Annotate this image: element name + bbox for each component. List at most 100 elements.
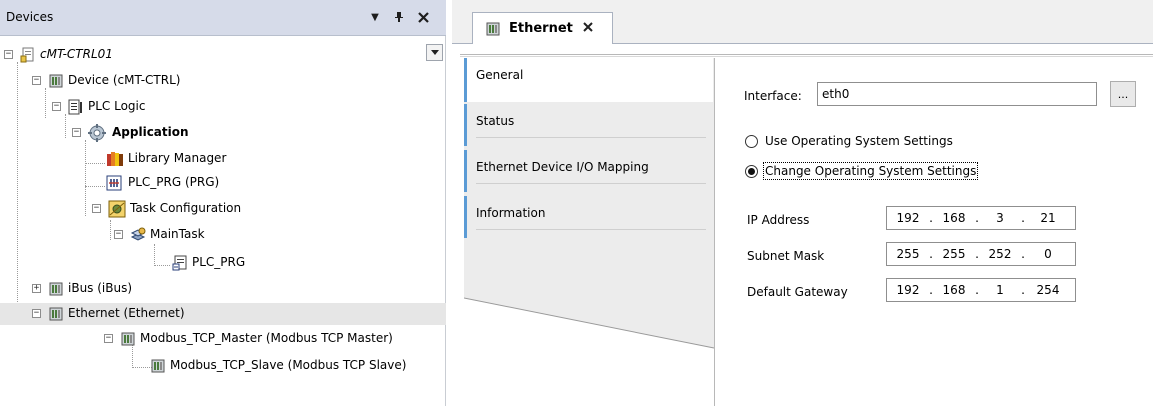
project-icon — [20, 47, 36, 63]
pin-icon[interactable] — [390, 8, 408, 26]
subnet-mask-field[interactable]: 255 . 255 . 252 . 0 — [886, 242, 1076, 266]
tree-item-task-configuration[interactable]: − Task Configuration — [0, 198, 420, 220]
pou-icon — [106, 175, 122, 191]
interface-label: Interface: — [744, 89, 802, 103]
task-configuration-icon — [108, 200, 126, 218]
collapse-icon[interactable]: − — [52, 102, 61, 111]
tab-status-label: Status — [476, 114, 515, 128]
tree-item-label: PLC Logic — [88, 99, 146, 113]
tree-item-ibus[interactable]: + iBus (iBus) — [0, 278, 420, 300]
tree-item-maintask[interactable]: − MainTask — [0, 224, 420, 246]
collapse-icon[interactable]: − — [4, 50, 13, 59]
ip-octet[interactable]: 21 — [1033, 211, 1063, 225]
ip-octet[interactable]: 168 — [939, 283, 969, 297]
tab-accent-bar — [464, 150, 467, 192]
ip-dot: . — [975, 211, 979, 225]
tree-item-label: Modbus_TCP_Slave (Modbus TCP Slave) — [170, 358, 407, 372]
ip-octet[interactable]: 1 — [985, 283, 1015, 297]
ip-dot: . — [975, 283, 979, 297]
tree-item-plc-prg[interactable]: PLC_PRG (PRG) — [0, 172, 420, 194]
ip-octet[interactable]: 254 — [1033, 283, 1063, 297]
tree-item-modbus-tcp-slave[interactable]: Modbus_TCP_Slave (Modbus TCP Slave) — [0, 355, 446, 377]
pane-menu-dropdown-icon[interactable]: ▼ — [366, 8, 384, 26]
device-icon — [485, 21, 501, 37]
ip-octet[interactable]: 192 — [893, 211, 923, 225]
ip-dot: . — [975, 247, 979, 261]
tab-general[interactable]: General — [464, 58, 713, 102]
tree-item-label: Task Configuration — [130, 201, 242, 215]
devices-pane: Devices ▼ − cMT-CTRL01 − Device (cMT-CTR… — [0, 0, 446, 406]
collapse-icon[interactable]: − — [32, 309, 41, 318]
ip-octet[interactable]: 255 — [893, 247, 923, 261]
application-icon — [88, 124, 106, 142]
close-tab-icon[interactable] — [583, 20, 593, 36]
tree-item-application[interactable]: − Application — [0, 122, 420, 144]
collapse-icon[interactable]: − — [92, 204, 101, 213]
editor-area: Ethernet General Status Ethernet Device … — [452, 0, 1153, 406]
tab-information[interactable]: Information — [464, 196, 713, 238]
interface-field[interactable] — [817, 82, 1097, 106]
device-icon — [48, 306, 64, 322]
tab-ethernet-label: Ethernet — [509, 21, 573, 36]
collapse-icon[interactable]: − — [114, 230, 123, 239]
tree-item-library-manager[interactable]: Library Manager — [0, 148, 420, 170]
change-os-settings-radio[interactable] — [745, 165, 758, 178]
tab-accent-bar — [464, 196, 467, 238]
tree-item-label: PLC_PRG (PRG) — [128, 175, 220, 189]
close-pane-icon[interactable] — [414, 8, 432, 26]
tree-item-label: Application — [112, 125, 189, 139]
tree-item-label: Library Manager — [128, 151, 227, 165]
program-call-icon — [172, 255, 188, 271]
tree-item-device[interactable]: − Device (cMT-CTRL) — [0, 70, 420, 92]
ip-address-field[interactable]: 192 . 168 . 3 . 21 — [886, 206, 1076, 230]
divider — [476, 183, 706, 184]
divider — [460, 56, 1153, 57]
ip-dot: . — [929, 283, 933, 297]
device-icon — [150, 358, 166, 374]
tree-item-label: iBus (iBus) — [68, 281, 133, 295]
use-os-settings-label[interactable]: Use Operating System Settings — [765, 134, 953, 148]
ip-octet[interactable]: 168 — [939, 211, 969, 225]
ip-octet[interactable]: 3 — [985, 211, 1015, 225]
default-gateway-label: Default Gateway — [747, 285, 848, 299]
tab-status[interactable]: Status — [464, 104, 713, 146]
default-gateway-field[interactable]: 192 . 168 . 1 . 254 — [886, 278, 1076, 302]
tree-item-ethernet[interactable]: − Ethernet (Ethernet) — [0, 303, 446, 325]
tree-item-cmt-ctrl01[interactable]: − cMT-CTRL01 — [0, 44, 420, 66]
tree-item-label: PLC_PRG — [192, 255, 246, 269]
tab-general-label: General — [476, 68, 524, 82]
tree-item-label: Device (cMT-CTRL) — [68, 73, 181, 87]
ip-octet[interactable]: 252 — [985, 247, 1015, 261]
collapse-icon[interactable]: − — [72, 128, 81, 137]
browse-interface-button[interactable]: ... — [1110, 81, 1136, 107]
tab-ethernet[interactable]: Ethernet — [472, 12, 613, 45]
ip-octet[interactable]: 192 — [893, 283, 923, 297]
tree-item-plc-prg-call[interactable]: PLC_PRG — [0, 252, 420, 274]
tab-accent-bar — [464, 58, 467, 102]
tree-item-modbus-tcp-master[interactable]: − Modbus_TCP_Master (Modbus TCP Master) — [0, 328, 446, 350]
collapse-icon[interactable]: − — [104, 334, 113, 343]
divider — [476, 137, 706, 138]
change-os-settings-label[interactable]: Change Operating System Settings — [762, 162, 979, 180]
document-tabstrip: Ethernet — [452, 0, 1153, 45]
use-os-settings-radio[interactable] — [745, 135, 758, 148]
tree-item-label: Ethernet (Ethernet) — [68, 306, 185, 320]
ip-octet[interactable]: 0 — [1033, 247, 1063, 261]
ip-dot: . — [929, 247, 933, 261]
tree-dropdown-button[interactable] — [426, 44, 443, 61]
expand-icon[interactable]: + — [32, 284, 41, 293]
divider — [460, 54, 1153, 55]
subnet-mask-label: Subnet Mask — [747, 249, 825, 263]
ip-octet[interactable]: 255 — [939, 247, 969, 261]
devices-pane-title: Devices — [6, 10, 54, 24]
tab-accent-bar — [464, 104, 467, 146]
tab-io-mapping-label: Ethernet Device I/O Mapping — [476, 160, 649, 174]
plc-logic-icon — [68, 99, 84, 115]
ip-dot: . — [929, 211, 933, 225]
device-icon — [120, 331, 136, 347]
divider — [476, 229, 706, 230]
tab-ethernet-device-io-mapping[interactable]: Ethernet Device I/O Mapping — [464, 150, 713, 192]
collapse-icon[interactable]: − — [32, 76, 41, 85]
library-manager-icon — [106, 151, 124, 167]
tree-item-plc-logic[interactable]: − PLC Logic — [0, 96, 420, 118]
